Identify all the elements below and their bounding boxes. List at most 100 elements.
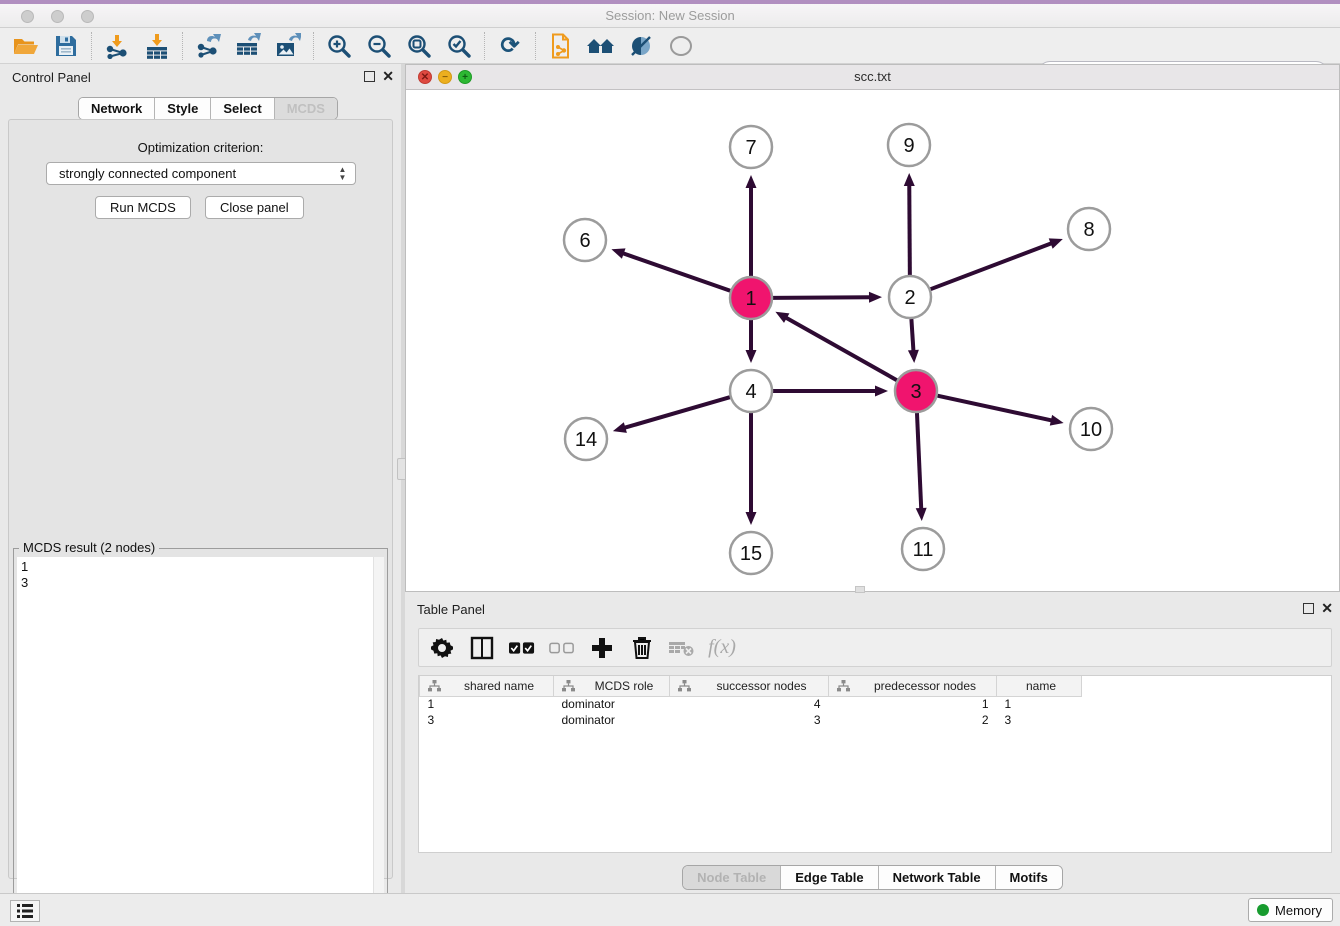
- table-tabs: Node Table Edge Table Network Table Moti…: [405, 865, 1340, 890]
- column-header-successor-nodes[interactable]: successor nodes: [670, 676, 829, 696]
- mcds-result-group: MCDS result (2 nodes) 1 3: [13, 548, 388, 926]
- graph-node-10[interactable]: 10: [1070, 408, 1112, 450]
- import-network-button[interactable]: [97, 30, 137, 62]
- edge-arrowhead: [908, 350, 919, 363]
- graph-node-1[interactable]: 1: [730, 277, 772, 319]
- node-label: 15: [740, 543, 762, 565]
- edge-3-11[interactable]: [917, 413, 921, 510]
- table-row[interactable]: 1dominator411: [420, 696, 1082, 712]
- select-stepper-icon: ▲▼: [337, 166, 348, 182]
- export-to-ndex-icon: [548, 33, 574, 59]
- settings-gear-button[interactable]: [429, 635, 455, 661]
- delete-table-button[interactable]: [669, 635, 695, 661]
- node-table-body: 1dominator4113dominator323: [420, 696, 1082, 728]
- column-layout-button[interactable]: [469, 635, 495, 661]
- open-session-button[interactable]: [6, 30, 46, 62]
- column-header-name[interactable]: name: [997, 676, 1082, 696]
- graph-node-15[interactable]: 15: [730, 532, 772, 574]
- close-table-panel-icon[interactable]: ✕: [1321, 601, 1333, 615]
- memory-label: Memory: [1275, 903, 1322, 918]
- edge-2-8[interactable]: [931, 243, 1053, 289]
- graph-node-6[interactable]: 6: [564, 219, 606, 261]
- edge-arrowhead: [916, 508, 927, 521]
- edge-1-6[interactable]: [622, 253, 730, 291]
- node-label: 6: [579, 230, 590, 252]
- save-session-button[interactable]: [46, 30, 86, 62]
- table-panel-header: Table Panel ✕: [405, 596, 1340, 622]
- tab-network-table[interactable]: Network Table: [879, 866, 996, 889]
- select-all-button[interactable]: [509, 635, 535, 661]
- tab-motifs[interactable]: Motifs: [996, 866, 1062, 889]
- tab-network[interactable]: Network: [79, 98, 155, 119]
- close-panel-icon[interactable]: ✕: [382, 69, 394, 83]
- task-history-button[interactable]: [10, 900, 40, 922]
- network-window-titlebar[interactable]: ✕ − + scc.txt: [406, 65, 1339, 90]
- table-row[interactable]: 3dominator323: [420, 712, 1082, 728]
- export-network-icon: [195, 33, 221, 59]
- graph-node-2[interactable]: 2: [889, 276, 931, 318]
- zoom-in-icon: [326, 33, 352, 59]
- zoom-in-button[interactable]: [319, 30, 359, 62]
- edge-3-10[interactable]: [937, 396, 1052, 421]
- graph-node-4[interactable]: 4: [730, 370, 772, 412]
- tab-mcds[interactable]: MCDS: [275, 98, 337, 119]
- titlebar[interactable]: Session: New Session: [0, 4, 1340, 28]
- add-column-button[interactable]: [589, 635, 615, 661]
- node-label: 1: [745, 288, 756, 310]
- close-panel-button[interactable]: Close panel: [205, 196, 304, 219]
- optimization-criterion-label: Optimization criterion:: [9, 140, 392, 155]
- tab-node-table[interactable]: Node Table: [683, 866, 781, 889]
- refresh-layout-button[interactable]: ⟳: [490, 30, 530, 62]
- import-table-button[interactable]: [137, 30, 177, 62]
- mcds-result-textarea[interactable]: 1 3: [17, 557, 373, 926]
- node-label: 3: [910, 381, 921, 403]
- tab-style[interactable]: Style: [155, 98, 211, 119]
- graph-node-9[interactable]: 9: [888, 124, 930, 166]
- column-header-mcds-role[interactable]: MCDS role: [554, 676, 670, 696]
- hide-details-icon: [628, 33, 654, 59]
- zoom-out-button[interactable]: [359, 30, 399, 62]
- home-network-button[interactable]: [581, 30, 621, 62]
- float-table-panel-icon[interactable]: [1303, 603, 1314, 614]
- edge-4-14[interactable]: [623, 397, 729, 428]
- memory-button[interactable]: Memory: [1248, 898, 1333, 922]
- node-label: 8: [1083, 219, 1094, 241]
- export-to-ndex-button[interactable]: [541, 30, 581, 62]
- node-label: 11: [913, 539, 934, 561]
- column-header-shared-name[interactable]: shared name: [420, 676, 554, 696]
- edge-3-1[interactable]: [785, 317, 897, 380]
- mcds-result-group-title: MCDS result (2 nodes): [19, 540, 159, 555]
- tab-select[interactable]: Select: [211, 98, 274, 119]
- optimization-criterion-select[interactable]: strongly connected component ▲▼: [46, 162, 356, 185]
- edge-2-3[interactable]: [911, 319, 913, 352]
- graph-node-3[interactable]: 3: [895, 370, 937, 412]
- run-mcds-button[interactable]: Run MCDS: [95, 196, 191, 219]
- graph-node-7[interactable]: 7: [730, 126, 772, 168]
- edge-1-2[interactable]: [773, 297, 871, 298]
- show-graphics-details-button[interactable]: [661, 30, 701, 62]
- zoom-fit-button[interactable]: [399, 30, 439, 62]
- horizontal-splitter-grip[interactable]: [855, 586, 865, 593]
- graph-node-14[interactable]: 14: [565, 418, 607, 460]
- float-panel-icon[interactable]: [364, 71, 375, 82]
- graph-node-11[interactable]: 11: [902, 528, 944, 570]
- hide-details-button[interactable]: [621, 30, 661, 62]
- task-list-icon: [16, 903, 34, 919]
- export-table-button[interactable]: [228, 30, 268, 62]
- toolbar-separator: [91, 32, 92, 60]
- zoom-selected-button[interactable]: [439, 30, 479, 62]
- network-graph[interactable]: 7 9 6 8 1 2 4 3 14 10 15 11: [406, 90, 1339, 591]
- delete-column-button[interactable]: [629, 635, 655, 661]
- export-network-button[interactable]: [188, 30, 228, 62]
- node-table: shared name MCDS role successor nodes pr…: [418, 675, 1332, 853]
- edge-2-9[interactable]: [909, 184, 910, 275]
- tab-edge-table[interactable]: Edge Table: [781, 866, 878, 889]
- unselect-all-button[interactable]: [549, 635, 575, 661]
- export-image-button[interactable]: [268, 30, 308, 62]
- graph-node-8[interactable]: 8: [1068, 208, 1110, 250]
- function-builder-button[interactable]: f(x): [709, 635, 735, 661]
- column-header-predecessor-nodes[interactable]: predecessor nodes: [829, 676, 997, 696]
- optimization-criterion-value: strongly connected component: [59, 166, 236, 181]
- result-scrollbar[interactable]: [373, 557, 384, 926]
- import-table-icon: [144, 33, 170, 59]
